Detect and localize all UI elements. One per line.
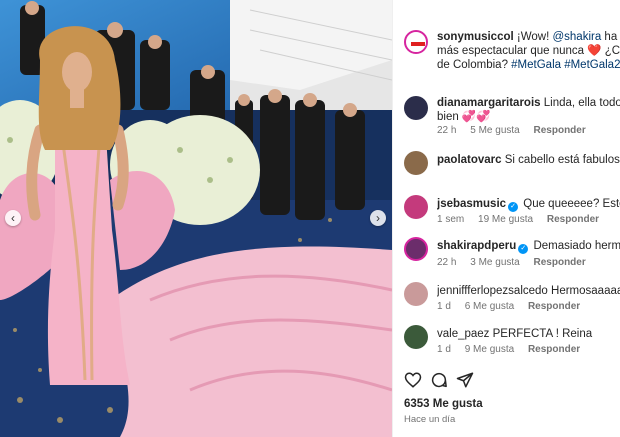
- comment-username[interactable]: dianamargaritarois: [437, 97, 541, 109]
- comment-username[interactable]: jenniffferlopezsalcedo: [437, 285, 548, 297]
- avatar[interactable]: [404, 195, 428, 219]
- comment-text-cont: bien 💞💞: [437, 111, 491, 123]
- comment-text: Que queeeee? Esto es posible: [523, 198, 620, 210]
- avatar[interactable]: [404, 325, 428, 349]
- like-count[interactable]: 6353 Me gusta: [404, 398, 483, 410]
- reply-button[interactable]: Responder: [547, 214, 599, 225]
- caption-text: sonymusiccol ¡Wow! @shakira ha llegado a…: [437, 30, 620, 72]
- comment-icon[interactable]: [430, 371, 448, 389]
- comment-meta: 22 h 5 Me gusta Responder: [437, 125, 586, 136]
- comment-username[interactable]: vale_paez: [437, 328, 489, 340]
- comment-meta: 1 d 9 Me gusta Responder: [437, 344, 581, 355]
- comment-text: Demasiado hermosa reina: [533, 240, 620, 252]
- post-photo[interactable]: ‹ ›: [0, 0, 392, 437]
- heart-icon[interactable]: [404, 371, 422, 389]
- verified-icon: ✓: [508, 202, 519, 212]
- sony-logo-icon: [410, 36, 426, 52]
- hashtags-link[interactable]: #MetGala #MetGala2025 #Sha: [511, 59, 620, 71]
- comment-meta: 1 sem 19 Me gusta Responder: [437, 214, 600, 225]
- comment-username[interactable]: paolatovarc: [437, 154, 502, 166]
- chevron-right-icon[interactable]: ›: [370, 210, 386, 226]
- reply-button[interactable]: Responder: [534, 125, 586, 136]
- comment-text: PERFECTA ! Reina: [492, 328, 593, 340]
- avatar[interactable]: [404, 96, 428, 120]
- avatar[interactable]: [404, 237, 428, 261]
- photo-illustration: [0, 0, 392, 437]
- comments-panel: sonymusiccol ¡Wow! @shakira ha llegado a…: [392, 0, 620, 437]
- verified-icon: ✓: [518, 244, 529, 254]
- mention-link[interactable]: @shakira: [552, 31, 601, 43]
- comment-meta: 22 h 3 Me gusta Responder: [437, 257, 586, 268]
- avatar[interactable]: [404, 151, 428, 175]
- comment-username[interactable]: shakirapdperu: [437, 240, 516, 252]
- post-actions: [404, 371, 619, 391]
- author-username[interactable]: sonymusiccol: [437, 31, 514, 43]
- comment-meta: 1 d 6 Me gusta Responder: [437, 301, 581, 312]
- author-avatar[interactable]: [404, 30, 428, 54]
- reply-button[interactable]: Responder: [528, 344, 580, 355]
- comment-text: Si cabello está fabuloso❤️❤️❤️: [504, 154, 620, 166]
- share-icon[interactable]: [456, 371, 474, 389]
- reply-button[interactable]: Responder: [534, 257, 586, 268]
- post-time: Hace un día: [404, 414, 456, 425]
- comment-username[interactable]: jsebasmusic: [437, 198, 506, 210]
- comment-text: Linda, ella todo lo que se: [543, 97, 620, 109]
- avatar[interactable]: [404, 282, 428, 306]
- chevron-left-icon[interactable]: ‹: [5, 210, 21, 226]
- comment-text: Hermosaaaaaa ❤️: [551, 285, 620, 297]
- reply-button[interactable]: Responder: [528, 301, 580, 312]
